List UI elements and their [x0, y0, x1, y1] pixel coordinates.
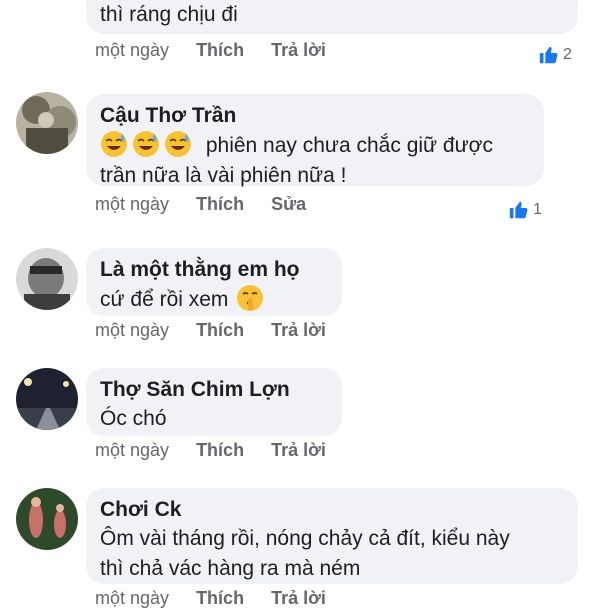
comment-time: một ngày: [95, 194, 170, 214]
reaction-count[interactable]: 1: [508, 199, 542, 221]
like-button[interactable]: Thích: [196, 40, 244, 60]
like-icon: [509, 201, 528, 219]
like-icon: [539, 46, 558, 64]
comment-author[interactable]: Là một thằng em họ: [100, 256, 328, 284]
sweat-smile-emoji: [101, 131, 127, 157]
avatar[interactable]: [16, 92, 78, 154]
comment-text-line: thì chả vác hàng ra mà ném: [100, 557, 361, 580]
comment-text-line: trần nữa là vài phiên nữa !: [100, 164, 347, 187]
reply-button[interactable]: Trả lời: [271, 440, 326, 460]
comment-text: cứ để rồi xem: [100, 284, 328, 315]
avatar[interactable]: [16, 488, 78, 550]
like-button[interactable]: Thích: [196, 320, 244, 340]
comment-actions: một ngày Thích Trả lời: [95, 440, 348, 461]
comment-author[interactable]: Cậu Thơ Trần: [100, 102, 530, 130]
comment-text-line: Ôm vài tháng rồi, nóng chảy cả đít, kiểu…: [100, 527, 510, 550]
comment-actions: một ngày Thích Sửa: [95, 194, 328, 215]
comment-actions: một ngày Thích Trả lời: [95, 320, 348, 341]
like-button[interactable]: Thích: [196, 440, 244, 460]
like-count: 2: [563, 46, 572, 63]
comment-text-line: cứ để rồi xem: [100, 288, 229, 311]
comment-text: thì ráng chịu đi: [100, 3, 238, 26]
reply-button[interactable]: Trả lời: [271, 588, 326, 608]
sweat-smile-emoji: [133, 131, 159, 157]
comment-author[interactable]: Thợ Săn Chim Lợn: [100, 376, 328, 404]
comment-bubble: thì ráng chịu đi: [86, 0, 578, 34]
comment-time: một ngày: [95, 40, 170, 60]
comment-author[interactable]: Chơi Ck: [100, 496, 564, 524]
like-button[interactable]: Thích: [196, 588, 244, 608]
sweat-smile-emoji: [165, 131, 191, 157]
comment-time: một ngày: [95, 440, 170, 460]
comment-actions: một ngày Thích Trả lời: [95, 588, 348, 609]
comment-actions: một ngày Thích Trả lời: [95, 40, 348, 61]
comment-bubble: Cậu Thơ Trần phiên nay chưa chắc giữ đượ…: [86, 94, 544, 187]
shushing-emoji: [237, 285, 264, 311]
avatar[interactable]: [16, 368, 78, 430]
comment-time: một ngày: [95, 320, 170, 340]
comment-bubble: Chơi Ck Ôm vài tháng rồi, nóng chảy cả đ…: [86, 488, 578, 584]
avatar[interactable]: [16, 248, 78, 310]
comment-text: phiên nay chưa chắc giữ được: [100, 130, 530, 161]
comment-time: một ngày: [95, 588, 170, 608]
like-count: 1: [533, 201, 542, 218]
comment-text: Óc chó: [100, 407, 167, 430]
edit-button[interactable]: Sửa: [271, 194, 306, 214]
comment-bubble: Là một thằng em họ cứ để rồi xem: [86, 248, 342, 316]
comment-text-line: phiên nay chưa chắc giữ được: [205, 134, 493, 157]
reply-button[interactable]: Trả lời: [271, 40, 326, 60]
like-button[interactable]: Thích: [196, 194, 244, 214]
reply-button[interactable]: Trả lời: [271, 320, 326, 340]
reaction-count[interactable]: 2: [538, 44, 572, 66]
comment-bubble: Thợ Săn Chim Lợn Óc chó: [86, 368, 342, 436]
